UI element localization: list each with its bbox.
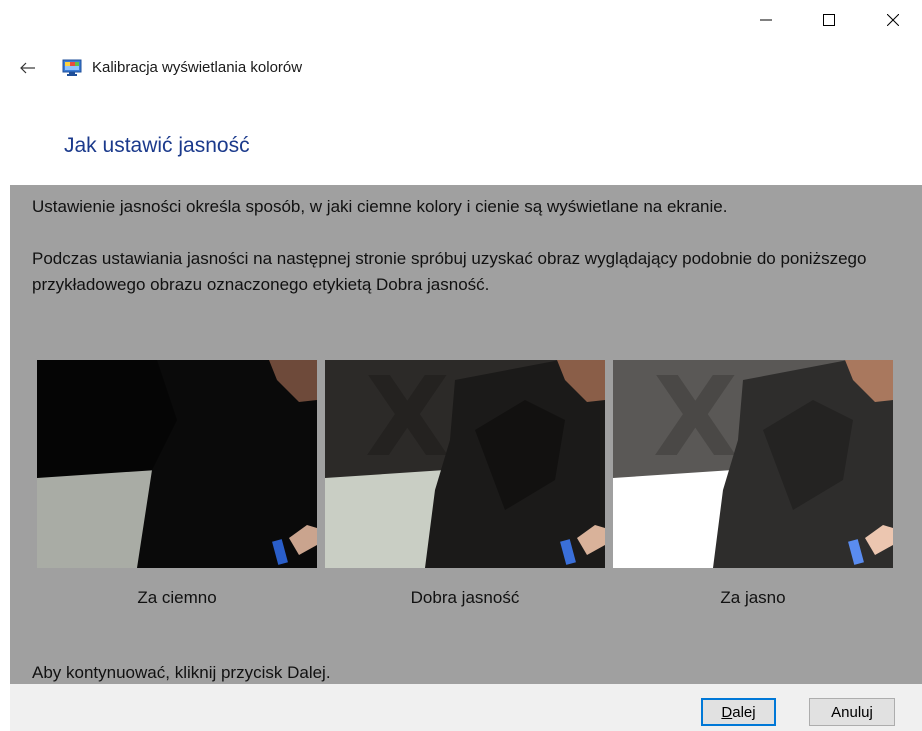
display-calibration-icon bbox=[62, 59, 82, 76]
close-button[interactable] bbox=[870, 0, 916, 40]
good-brightness-caption: Dobra jasność bbox=[410, 588, 520, 607]
x-mark: X bbox=[653, 360, 738, 481]
cancel-button[interactable]: Anuluj bbox=[809, 698, 895, 726]
x-mark: X bbox=[365, 360, 450, 481]
content-panel: Ustawienie jasności określa sposób, w ja… bbox=[10, 185, 922, 684]
button-bar: Dalej Anuluj bbox=[10, 684, 922, 731]
too-bright-caption: Za jasno bbox=[720, 588, 786, 607]
title-bar bbox=[0, 0, 922, 40]
minimize-icon bbox=[760, 19, 772, 21]
maximize-button[interactable] bbox=[806, 0, 852, 40]
continue-instruction: Aby kontynuować, kliknij przycisk Dalej. bbox=[32, 663, 331, 682]
back-arrow-icon bbox=[20, 62, 35, 74]
instruction-paragraph: Podczas ustawiania jasności na następnej… bbox=[32, 249, 867, 294]
good-brightness-example-image: X bbox=[325, 360, 605, 568]
maximize-icon bbox=[823, 14, 835, 26]
window-title: Kalibracja wyświetlania kolorów bbox=[92, 59, 303, 76]
close-icon bbox=[887, 14, 899, 26]
next-button[interactable]: Dalej bbox=[701, 698, 776, 726]
minimize-button[interactable] bbox=[743, 0, 789, 40]
back-button[interactable] bbox=[14, 56, 42, 80]
page-heading: Jak ustawić jasność bbox=[64, 134, 250, 157]
navigation-row: Kalibracja wyświetlania kolorów bbox=[0, 52, 922, 84]
next-accelerator-key: D bbox=[721, 703, 733, 721]
next-label: alej bbox=[732, 703, 756, 721]
too-bright-example-image: X bbox=[613, 360, 893, 568]
too-dark-example-image bbox=[37, 360, 317, 568]
description-paragraph: Ustawienie jasności określa sposób, w ja… bbox=[32, 197, 728, 216]
too-dark-caption: Za ciemno bbox=[137, 588, 217, 607]
